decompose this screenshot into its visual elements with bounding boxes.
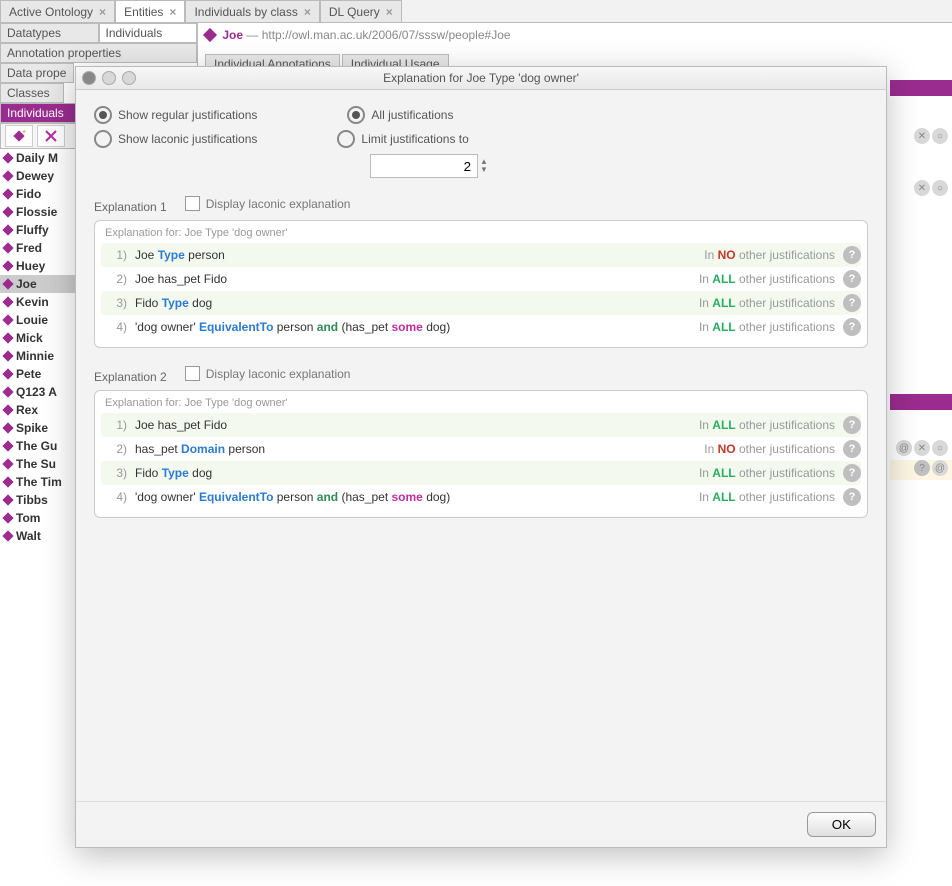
subtab-individuals-selected[interactable]: Individuals [0,103,84,123]
limit-spinner[interactable]: ▲▼ [370,154,488,178]
explanation-for-label: Explanation for: Joe Type 'dog owner' [101,227,861,243]
right-panel-header-2 [890,394,952,410]
right-badges-1: ✕ ○ [914,128,948,144]
axiom-row: 2)has_pet Domain personIn NO other justi… [101,437,861,461]
close-icon[interactable]: × [304,5,311,19]
subtab-data-props[interactable]: Data prope [0,63,74,83]
axiom-row: 4)'dog owner' EquivalentTo person and (h… [101,485,861,509]
individual-icon [2,422,13,433]
entity-uri: http://owl.man.ac.uk/2006/07/sssw/people… [262,28,511,42]
dialog-body: Show regular justifications All justific… [76,90,886,801]
explanation-title: Explanation 1 [94,200,167,214]
axiom-row: 4)'dog owner' EquivalentTo person and (h… [101,315,861,339]
display-laconic-checkbox[interactable]: Display laconic explanation [185,196,351,211]
at-icon[interactable]: @ [896,440,912,456]
individual-icon [2,296,13,307]
axiom-row: 3)Fido Type dogIn ALL other justificatio… [101,461,861,485]
explanation-dialog: Explanation for Joe Type 'dog owner' Sho… [75,66,887,848]
radio-show-regular[interactable]: Show regular justifications [94,106,257,124]
individual-icon [2,332,13,343]
right-panel-header-1 [890,80,952,96]
individual-icon [2,350,13,361]
radio-all-justifications[interactable]: All justifications [347,106,453,124]
tab-active-ontology[interactable]: Active Ontology× [0,0,115,22]
at-icon[interactable]: @ [932,460,948,476]
individual-icon [2,440,13,451]
close-icon[interactable]: × [386,5,393,19]
help-icon[interactable]: ? [843,318,861,336]
individual-icon [2,368,13,379]
individual-icon [2,278,13,289]
subtab-datatypes[interactable]: Datatypes [0,23,99,43]
individual-icon [2,206,13,217]
individual-icon [2,530,13,541]
subtab-classes[interactable]: Classes [0,83,64,103]
display-laconic-checkbox[interactable]: Display laconic explanation [185,366,351,381]
individual-icon [2,386,13,397]
individual-icon [2,152,13,163]
help-icon[interactable]: ? [914,460,930,476]
ok-button[interactable]: OK [807,812,876,837]
individual-icon [2,242,13,253]
help-icon[interactable]: ? [843,416,861,434]
entity-header: Joe — http://owl.man.ac.uk/2006/07/sssw/… [205,28,511,42]
axiom-row: 2)Joe has_pet FidoIn ALL other justifica… [101,267,861,291]
delete-individual-button[interactable] [37,125,65,147]
explanation-for-label: Explanation for: Joe Type 'dog owner' [101,397,861,413]
tab-dl-query[interactable]: DL Query× [320,0,402,22]
individual-icon [2,188,13,199]
individual-icon [2,260,13,271]
close-icon[interactable]: ✕ [914,128,930,144]
tab-individuals-by-class[interactable]: Individuals by class× [185,0,319,22]
right-badges-4: ? @ [914,460,948,476]
subtab-individuals[interactable]: Individuals [99,23,198,43]
individual-icon [2,170,13,181]
close-icon[interactable]: × [99,5,106,19]
spinner-down-icon[interactable]: ▼ [480,166,488,174]
help-icon[interactable]: ? [843,440,861,458]
main-tabs: Active Ontology×Entities×Individuals by … [0,0,952,23]
radio-show-laconic[interactable]: Show laconic justifications [94,130,257,148]
individual-icon [2,314,13,325]
close-icon[interactable]: ✕ [914,180,930,196]
subtab-annotation-props[interactable]: Annotation properties [0,43,197,63]
explanation-box: Explanation for: Joe Type 'dog owner'1)J… [94,220,868,348]
close-icon[interactable]: ✕ [914,440,930,456]
circle-icon[interactable]: ○ [932,180,948,196]
individual-icon [203,28,217,42]
help-icon[interactable]: ? [843,464,861,482]
entity-name: Joe [222,28,243,42]
explanation-title: Explanation 2 [94,370,167,384]
add-individual-button[interactable]: + [5,125,33,147]
limit-input[interactable] [370,154,478,178]
dialog-button-bar: OK [76,801,886,847]
help-icon[interactable]: ? [843,294,861,312]
circle-icon[interactable]: ○ [932,440,948,456]
help-icon[interactable]: ? [843,270,861,288]
axiom-row: 3)Fido Type dogIn ALL other justificatio… [101,291,861,315]
help-icon[interactable]: ? [843,488,861,506]
dialog-titlebar: Explanation for Joe Type 'dog owner' [76,67,886,90]
individual-icon [2,224,13,235]
explanation-box: Explanation for: Joe Type 'dog owner'1)J… [94,390,868,518]
individual-icon [2,494,13,505]
help-icon[interactable]: ? [843,246,861,264]
close-icon[interactable]: × [169,5,176,19]
individual-icon [2,404,13,415]
radio-limit-justifications[interactable]: Limit justifications to [337,130,468,148]
right-badges-2: ✕ ○ [914,180,948,196]
dialog-title: Explanation for Joe Type 'dog owner' [76,71,886,85]
circle-icon[interactable]: ○ [932,128,948,144]
axiom-row: 1)Joe Type personIn NO other justificati… [101,243,861,267]
individual-icon [2,476,13,487]
individual-icon [2,512,13,523]
axiom-row: 1)Joe has_pet FidoIn ALL other justifica… [101,413,861,437]
svg-text:+: + [22,129,26,136]
tab-entities[interactable]: Entities× [115,0,185,22]
individual-icon [2,458,13,469]
right-badges-3: @ ✕ ○ [896,440,948,456]
